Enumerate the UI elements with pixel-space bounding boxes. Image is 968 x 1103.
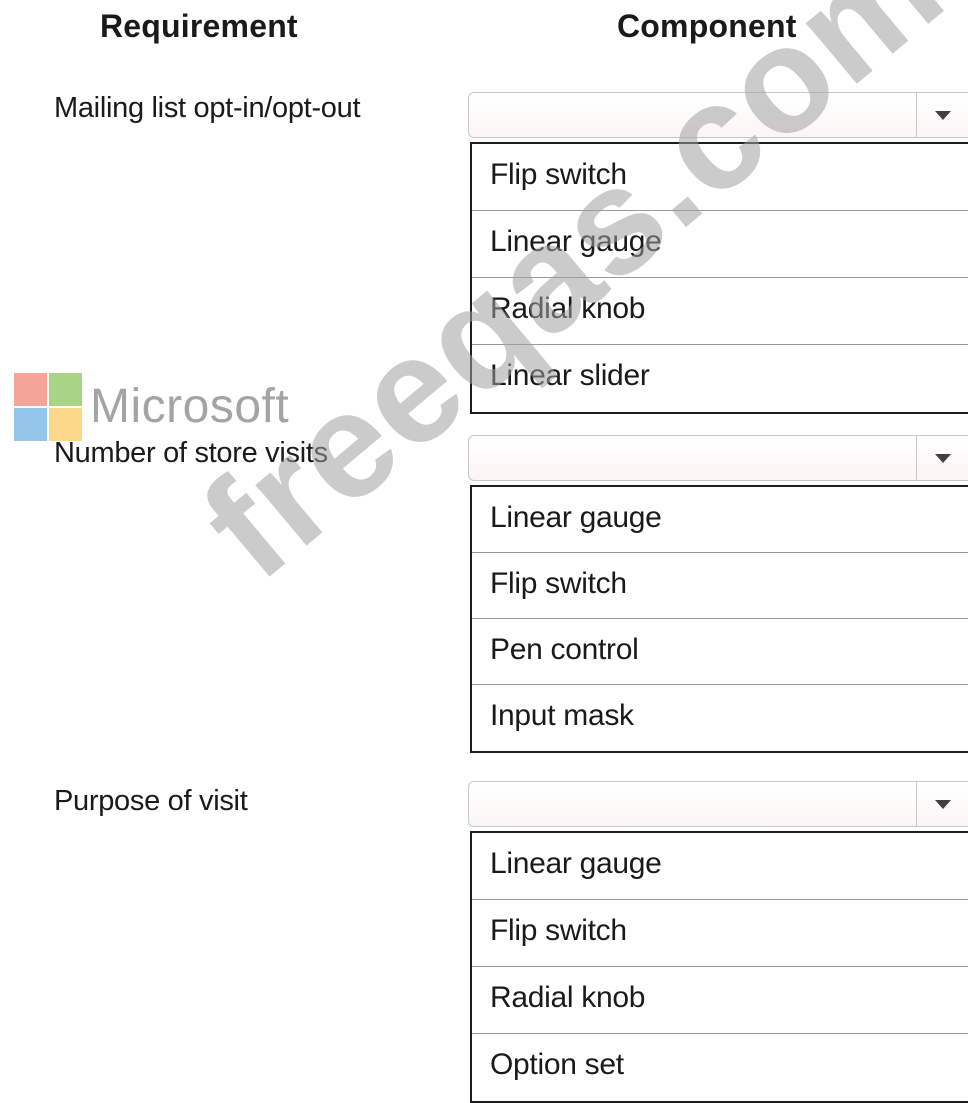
- dropdown-option[interactable]: Linear gauge: [472, 833, 968, 900]
- microsoft-logo-text: Microsoft: [90, 380, 290, 433]
- component-dropdown-mailing-list[interactable]: [468, 92, 968, 138]
- requirement-label-store-visits: Number of store visits: [54, 437, 328, 469]
- requirement-label-purpose: Purpose of visit: [54, 785, 248, 817]
- dropdown-option[interactable]: Radial knob: [472, 967, 968, 1034]
- dropdown-options-store-visits: Linear gauge Flip switch Pen control Inp…: [470, 485, 968, 753]
- component-dropdown-store-visits[interactable]: [468, 435, 968, 481]
- microsoft-logo-icon: [14, 373, 82, 441]
- requirement-label-mailing-list: Mailing list opt-in/opt-out: [54, 92, 361, 124]
- dropdown-option[interactable]: Linear slider: [472, 345, 968, 412]
- dropdown-option[interactable]: Flip switch: [472, 900, 968, 967]
- dropdown-option[interactable]: Flip switch: [472, 144, 968, 211]
- dropdown-option[interactable]: Linear gauge: [472, 211, 968, 278]
- chevron-down-icon[interactable]: [916, 782, 968, 826]
- dropdown-option[interactable]: Input mask: [472, 685, 968, 751]
- dropdown-option[interactable]: Flip switch: [472, 553, 968, 619]
- chevron-down-icon[interactable]: [916, 93, 968, 137]
- dropdown-option[interactable]: Linear gauge: [472, 487, 968, 553]
- component-header: Component: [617, 8, 797, 44]
- chevron-down-icon[interactable]: [916, 436, 968, 480]
- component-dropdown-purpose[interactable]: [468, 781, 968, 827]
- dropdown-option[interactable]: Pen control: [472, 619, 968, 685]
- dropdown-options-mailing-list: Flip switch Linear gauge Radial knob Lin…: [470, 142, 968, 414]
- dropdown-option[interactable]: Radial knob: [472, 278, 968, 345]
- requirement-header: Requirement: [100, 8, 298, 44]
- dropdown-options-purpose: Linear gauge Flip switch Radial knob Opt…: [470, 831, 968, 1103]
